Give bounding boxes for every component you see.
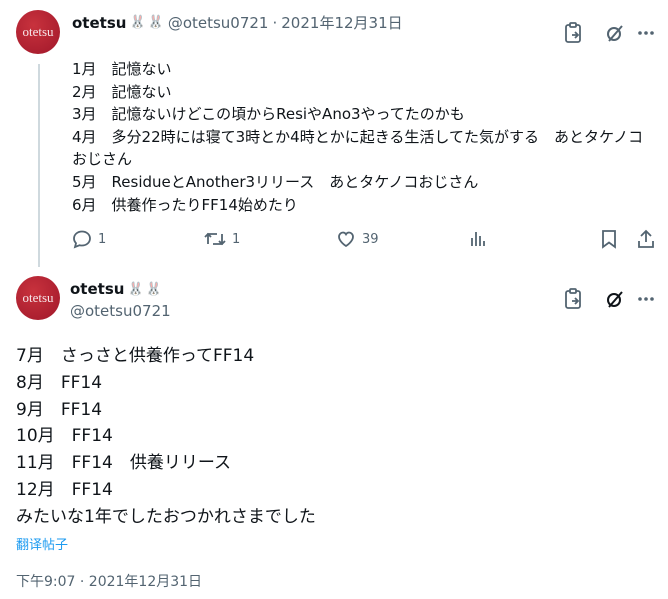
more-icon[interactable]	[635, 22, 657, 44]
bookmark-icon	[600, 229, 618, 249]
display-name[interactable]: otetsu	[70, 280, 124, 298]
views-icon	[468, 229, 488, 249]
handle-row: @otetsu0721	[70, 302, 171, 320]
reply-count: 1	[98, 231, 107, 247]
translate-link[interactable]: 翻译帖子	[16, 534, 68, 553]
clipboard-link-icon[interactable]	[563, 22, 585, 44]
handle[interactable]: @otetsu0721	[70, 302, 171, 320]
bunny-emoji-icon: 🐰	[127, 281, 144, 297]
bunny-emoji-icon: 🐰	[147, 15, 164, 30]
bunny-emoji-icon: 🐰	[129, 15, 146, 30]
grok-icon[interactable]	[604, 22, 626, 44]
tweet-line: 9月 FF14	[16, 399, 103, 420]
reply-button[interactable]: 1	[72, 229, 106, 249]
tweet-line: みたいな1年でしたおつかれさまでした	[16, 506, 316, 527]
share-button[interactable]	[636, 229, 656, 249]
name-emojis: 🐰 🐰	[127, 282, 161, 297]
tweet-header: otetsu 🐰 🐰 @otetsu0721 · 2021年12月31日	[72, 12, 403, 33]
tweet-line: 3月 記憶ないけどこの頃からResiやAno3やってたのかも	[72, 105, 465, 124]
views-button[interactable]	[468, 229, 488, 249]
tweet-line: 2月 記憶ない	[72, 82, 172, 101]
clipboard-link-icon[interactable]	[563, 288, 585, 310]
tweet-line: 10月 FF14	[16, 426, 113, 447]
retweet-count: 1	[232, 231, 241, 247]
tweet-header: otetsu 🐰 🐰	[70, 280, 166, 298]
reply-icon	[72, 229, 92, 249]
tweet-date[interactable]: 2021年12月31日	[281, 12, 402, 33]
tweet-line: 11月 FF14 供養リリース	[16, 453, 231, 474]
retweet-button[interactable]: 1	[204, 229, 240, 249]
display-name[interactable]: otetsu	[72, 14, 126, 32]
share-icon	[636, 229, 656, 249]
tweet-line: 1月 記憶ない	[72, 60, 172, 78]
bunny-emoji-icon: 🐰	[145, 281, 162, 297]
grok-icon[interactable]	[604, 288, 626, 310]
retweet-icon	[204, 229, 226, 249]
separator: ·	[272, 13, 278, 32]
tweet-text: 7月 さっさと供養作ってFF14 8月 FF14 9月 FF14 10月 FF1…	[16, 343, 656, 531]
avatar[interactable]: otetsu	[16, 10, 60, 54]
tweet-line: 7月 さっさと供養作ってFF14	[16, 346, 255, 366]
avatar-text: otetsu	[22, 24, 54, 39]
tweet-line: 8月 FF14	[16, 372, 103, 393]
like-button[interactable]: 39	[336, 229, 379, 249]
like-count: 39	[362, 231, 379, 247]
like-icon	[336, 229, 356, 249]
thread-line	[38, 64, 40, 267]
handle[interactable]: @otetsu0721	[168, 14, 269, 32]
tweet-line: 6月 供養作ったりFF14始めたり	[72, 195, 298, 214]
tweet-timestamp[interactable]: 下午9:07 · 2021年12月31日	[16, 571, 202, 591]
action-bar: 1 1 39	[72, 229, 662, 251]
tweet-line: 4月 多分22時には寝て3時とか4時とかに起きる生活してた気がする あとタケノコ…	[72, 127, 644, 169]
tweet-line: 12月 FF14	[16, 479, 113, 500]
bookmark-button[interactable]	[600, 229, 618, 249]
more-icon[interactable]	[635, 288, 657, 310]
avatar[interactable]: otetsu	[16, 276, 60, 320]
name-emojis: 🐰 🐰	[129, 15, 163, 30]
tweet-text: 1月 記憶ない 2月 記憶ない 3月 記憶ないけどこの頃からResiやAno3や…	[72, 58, 652, 216]
avatar-text: otetsu	[22, 290, 54, 305]
tweet-line: 5月 ResidueとAnother3リリース あとタケノコおじさん	[72, 172, 479, 191]
